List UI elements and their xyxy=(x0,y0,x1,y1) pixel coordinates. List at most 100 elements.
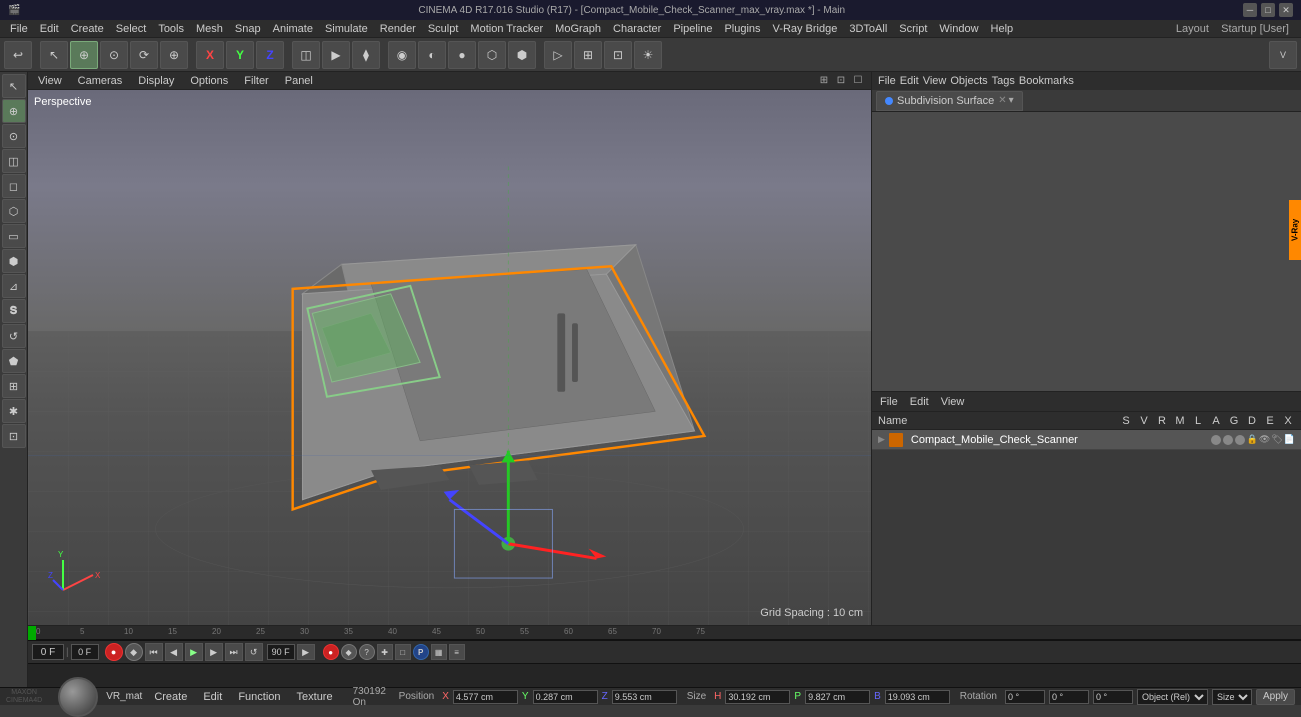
obj-dot-s[interactable] xyxy=(1211,435,1221,445)
close-btn[interactable]: ✕ xyxy=(1279,3,1293,17)
lt-sketch[interactable]: ✱ xyxy=(2,399,26,423)
lt-deform[interactable]: ⊿ xyxy=(2,274,26,298)
maximize-btn[interactable]: □ xyxy=(1261,3,1275,17)
y-pos-input[interactable] xyxy=(533,690,598,704)
rotate-tool[interactable]: ⟳ xyxy=(130,41,158,69)
vp-menu-panel[interactable]: Panel xyxy=(281,75,317,87)
vp-icon-1[interactable]: ⊞ xyxy=(817,74,831,88)
select-tool[interactable]: ↖ xyxy=(40,41,68,69)
lt-scene[interactable]: 𝐒 xyxy=(2,299,26,323)
vp-menu-display[interactable]: Display xyxy=(134,75,178,87)
size-mode-select[interactable]: Size xyxy=(1212,689,1252,705)
goto-end-btn[interactable]: ⏭ xyxy=(225,643,243,661)
lt-select[interactable]: ↖ xyxy=(2,74,26,98)
frame-start-input[interactable] xyxy=(71,644,99,660)
scale-tool[interactable]: ⊙ xyxy=(100,41,128,69)
lt-hair[interactable]: ⊞ xyxy=(2,374,26,398)
keyframe-btn[interactable]: ◆ xyxy=(125,643,143,661)
menu-help[interactable]: Help xyxy=(985,20,1020,38)
rz-input[interactable] xyxy=(1093,690,1133,704)
create-tool[interactable]: ⊕ xyxy=(160,41,188,69)
loop-btn[interactable]: ↺ xyxy=(245,643,263,661)
menu-select[interactable]: Select xyxy=(110,20,153,38)
obj-edit-menu[interactable]: Edit xyxy=(906,396,933,408)
obj-eye-icon[interactable]: 👁 xyxy=(1259,434,1270,445)
menu-mograph[interactable]: MoGraph xyxy=(549,20,607,38)
fps-indicator[interactable]: ▶ xyxy=(297,644,315,660)
menu-pipeline[interactable]: Pipeline xyxy=(667,20,718,38)
render-region[interactable]: ◫ xyxy=(292,41,320,69)
obj-dot-v[interactable] xyxy=(1223,435,1233,445)
next-frame-btn[interactable]: ▶ xyxy=(205,643,223,661)
vp-menu-options[interactable]: Options xyxy=(186,75,232,87)
vp-menu-cameras[interactable]: Cameras xyxy=(74,75,127,87)
h-size-input[interactable] xyxy=(725,690,790,704)
obj-lock-icon[interactable]: 🔒 xyxy=(1247,434,1258,445)
key-p-btn[interactable]: P xyxy=(413,644,429,660)
poly-mode[interactable]: ⊡ xyxy=(604,41,632,69)
menu-script[interactable]: Script xyxy=(893,20,933,38)
edges-mode[interactable]: ⊞ xyxy=(574,41,602,69)
ry-input[interactable] xyxy=(1049,690,1089,704)
obj-view-menu[interactable]: View xyxy=(937,396,969,408)
vp-icon-3[interactable]: ☐ xyxy=(851,74,865,88)
goto-start-btn[interactable]: ⏮ xyxy=(145,643,163,661)
attr-view-menu[interactable]: View xyxy=(923,75,947,87)
vp-menu-filter[interactable]: Filter xyxy=(240,75,272,87)
menu-file[interactable]: File xyxy=(4,20,34,38)
menu-character[interactable]: Character xyxy=(607,20,667,38)
z-pos-input[interactable] xyxy=(612,690,677,704)
attr-objects-menu[interactable]: Objects xyxy=(950,75,987,87)
vray-panel-strip[interactable]: V-Ray xyxy=(1289,200,1301,260)
menu-3dtoall[interactable]: 3DToAll xyxy=(843,20,893,38)
frame-end-input[interactable] xyxy=(267,644,295,660)
render-view[interactable]: ▶ xyxy=(322,41,350,69)
play-btn[interactable]: ▶ xyxy=(185,643,203,661)
vp-menu-view[interactable]: View xyxy=(34,75,66,87)
obj-dot-r[interactable] xyxy=(1235,435,1245,445)
render-settings[interactable]: ⧫ xyxy=(352,41,380,69)
menu-window[interactable]: Window xyxy=(933,20,984,38)
vp-icon-2[interactable]: ⊡ xyxy=(834,74,848,88)
obj-expand-icon[interactable]: ▶ xyxy=(878,434,885,445)
axis-y[interactable]: Y xyxy=(226,41,254,69)
menu-snap[interactable]: Snap xyxy=(229,20,267,38)
object-row-scanner[interactable]: ▶ Compact_Mobile_Check_Scanner 🔒 👁 🏷 xyxy=(872,430,1301,450)
menu-create[interactable]: Create xyxy=(65,20,110,38)
lt-python[interactable]: ⊡ xyxy=(2,424,26,448)
attr-bookmarks-menu[interactable]: Bookmarks xyxy=(1019,75,1074,87)
start-marker[interactable] xyxy=(28,626,36,640)
points-mode[interactable]: ▷ xyxy=(544,41,572,69)
lt-anim[interactable]: ↺ xyxy=(2,324,26,348)
materials-icon[interactable]: ◐ xyxy=(418,41,446,69)
undo-button[interactable]: ↩ xyxy=(4,41,32,69)
obj-script-icon[interactable]: 📄 xyxy=(1284,434,1295,445)
vray-icon-1[interactable]: V xyxy=(1269,41,1297,69)
scene-icon[interactable]: ● xyxy=(448,41,476,69)
b-size-input[interactable] xyxy=(885,690,950,704)
object-ref-select[interactable]: Object (Rel) xyxy=(1137,689,1208,705)
attributes-icon[interactable]: ⬢ xyxy=(508,41,536,69)
apply-button[interactable]: Apply xyxy=(1256,689,1295,705)
menu-plugins[interactable]: Plugins xyxy=(718,20,766,38)
key-cross-btn[interactable]: ✚ xyxy=(377,644,393,660)
record-btn[interactable]: ● xyxy=(105,643,123,661)
autokey-btn[interactable]: ● xyxy=(323,644,339,660)
menu-mesh[interactable]: Mesh xyxy=(190,20,229,38)
subdivision-tab[interactable]: Subdivision Surface ✕ ▾ xyxy=(876,91,1023,111)
lt-scale[interactable]: ◫ xyxy=(2,149,26,173)
lt-live[interactable]: ⊕ xyxy=(2,99,26,123)
menu-simulate[interactable]: Simulate xyxy=(319,20,374,38)
mat-texture-menu[interactable]: Texture xyxy=(293,691,337,703)
attr-file-menu[interactable]: File xyxy=(878,75,896,87)
menu-edit[interactable]: Edit xyxy=(34,20,65,38)
objects-icon[interactable]: ◉ xyxy=(388,41,416,69)
menu-motiontracker[interactable]: Motion Tracker xyxy=(464,20,549,38)
prev-frame-btn[interactable]: ◀ xyxy=(165,643,183,661)
x-pos-input[interactable] xyxy=(453,690,518,704)
rx-input[interactable] xyxy=(1005,690,1045,704)
uv-mode[interactable]: ☀ xyxy=(634,41,662,69)
key-last-btn[interactable]: ≡ xyxy=(449,644,465,660)
menu-render[interactable]: Render xyxy=(374,20,422,38)
key-help-btn[interactable]: ? xyxy=(359,644,375,660)
